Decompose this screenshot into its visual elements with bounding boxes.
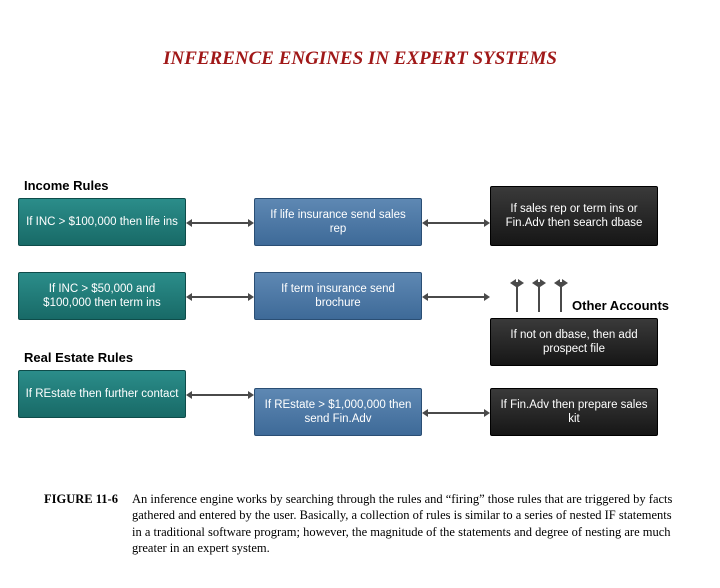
arrow-b3-b6-b <box>538 282 540 312</box>
arrow-b8-b9 <box>428 412 484 414</box>
arrow-b3-b6-c <box>560 282 562 312</box>
arrow-b1-b2 <box>192 222 248 224</box>
box-restate-finadv: If REstate > $1,000,000 then send Fin.Ad… <box>254 388 422 436</box>
diagram-container: Income Rules If INC > $100,000 then life… <box>18 178 706 498</box>
box-prepare-kit: If Fin.Adv then prepare sales kit <box>490 388 658 436</box>
box-life-ins-rep: If life insurance send sales rep <box>254 198 422 246</box>
arrow-b3-b6-a <box>516 282 518 312</box>
arrow-b4-b5 <box>192 296 248 298</box>
arrow-b2-b3 <box>428 222 484 224</box>
box-add-prospect: If not on dbase, then add prospect file <box>490 318 658 366</box>
figure-text: An inference engine works by searching t… <box>132 491 680 556</box>
figure-caption: FIGURE 11-6 An inference engine works by… <box>44 491 680 556</box>
box-term-brochure: If term insurance send brochure <box>254 272 422 320</box>
arrow-b5-b3 <box>428 296 484 298</box>
label-income-rules: Income Rules <box>24 178 109 193</box>
figure-label: FIGURE 11-6 <box>44 491 118 556</box>
label-other-accounts: Other Accounts <box>572 298 669 313</box>
box-restate-contact: If REstate then further contact <box>18 370 186 418</box>
box-income-100k: If INC > $100,000 then life ins <box>18 198 186 246</box>
box-income-50k: If INC > $50,000 and $100,000 then term … <box>18 272 186 320</box>
arrow-b7-b8 <box>192 394 248 396</box>
page-title: INFERENCE ENGINES IN EXPERT SYSTEMS <box>0 48 720 70</box>
label-real-estate: Real Estate Rules <box>24 350 133 365</box>
box-search-dbase: If sales rep or term ins or Fin.Adv then… <box>490 186 658 246</box>
